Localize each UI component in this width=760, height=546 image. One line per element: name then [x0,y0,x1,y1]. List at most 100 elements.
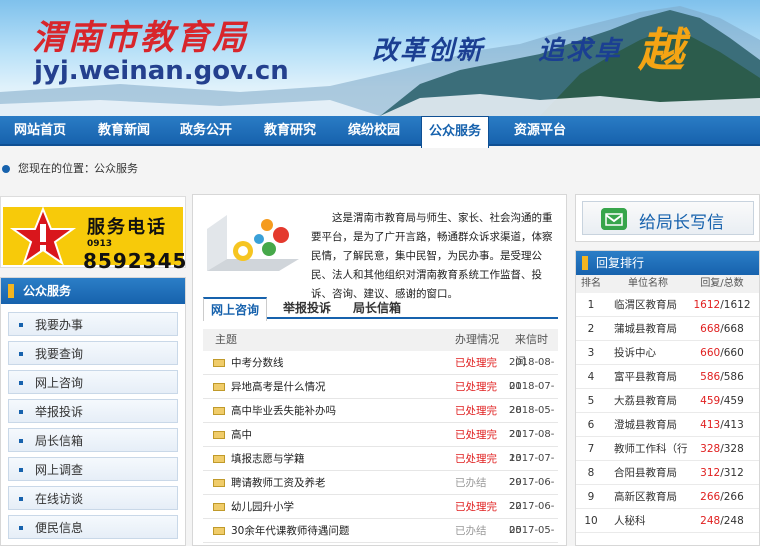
row-subject[interactable]: 异地高考是什么情况 [231,375,326,399]
rank-total: /266 [720,491,744,503]
service-illustration [207,215,299,271]
row-status: 已处理完 [455,501,497,513]
menu-item-label: 局长信箱 [35,434,84,448]
nav-research[interactable]: 教育研究 [256,116,324,146]
write-to-director-box: 给局长写信 [575,194,760,242]
bullet-icon [19,410,23,414]
rank-total: /413 [720,419,744,431]
menu-item-label: 网上咨询 [35,376,84,390]
menu-item-query[interactable]: 我要查询 [8,341,178,365]
row-status: 已办结 [455,477,487,489]
menu-item-label: 网上调查 [35,463,84,477]
rank-total: /459 [720,395,744,407]
rank-number: 3 [587,347,595,359]
public-service-menu: 公众服务 我要办事 我要查询 网上咨询 举报投诉 局长信箱 网上调查 在线访谈 … [0,277,186,546]
site-domain: jyj.weinan.gov.cn [34,56,289,86]
menu-item-director-mailbox[interactable]: 局长信箱 [8,428,178,452]
rank-number: 7 [587,443,595,455]
ranking-row: 1 临渭区教育局 1612/1612 [576,293,759,317]
tab-report[interactable]: 举报投诉 [273,297,341,319]
table-row: 填报志愿与学籍 已处理完 2017-07-29 [203,447,558,488]
slogan-part-2: 追求卓 [538,36,623,66]
envelope-icon [213,527,225,535]
write-letter-label: 给局长写信 [639,213,724,233]
menu-item-label: 举报投诉 [35,405,84,419]
bookmark-icon [8,284,14,298]
row-subject[interactable]: 高中毕业丢失能补办吗 [231,399,336,423]
location-icon [2,165,10,173]
bullet-icon [19,352,23,356]
breadcrumb-prefix: 您现在的位置： [18,162,95,175]
ranking-row: 7 教师工作科（行 328/328 [576,437,759,461]
row-status: 已处理完 [455,381,497,393]
ranking-row: 6 澄城县教育局 413/413 [576,413,759,437]
bullet-icon [19,439,23,443]
tab-bar: 网上咨询 举报投诉 局长信箱 [203,297,558,321]
rank-count: 668/668 [688,317,756,341]
nav-home[interactable]: 网站首页 [6,116,74,146]
breadcrumb-current[interactable]: 公众服务 [94,158,138,180]
rank-total: /668 [720,323,744,335]
envelope-icon [213,503,225,511]
row-status: 已处理完 [455,357,497,369]
row-subject[interactable]: 聘请教师工资及养老 [231,471,326,495]
bookmark-icon [582,256,588,270]
table-row: 幼儿园升小学 已处理完 2017-06-05 [203,495,558,536]
envelope-icon [213,383,225,391]
reply-ranking: 回复排行 排名 单位名称 回复/总数 1 临渭区教育局 1612/1612 2 蒲城县… [575,250,760,546]
rank-replied: 413 [700,419,721,431]
service-hotline: 服务电话 0913 8592345 [0,196,186,273]
table-row: 30余年代课教师待遇问题 已办结 2017-05-26 [203,519,558,543]
row-subject[interactable]: 高中 [231,423,252,447]
tab-online-consult[interactable]: 网上咨询 [203,297,267,321]
write-letter-button[interactable]: 给局长写信 [582,201,754,235]
menu-item-affairs[interactable]: 我要办事 [8,312,178,336]
menu-item-info[interactable]: 便民信息 [8,515,178,539]
table-row: 高中毕业丢失能补办吗 已处理完 2018-05-21 [203,399,558,440]
row-subject[interactable]: 幼儿园升小学 [231,495,294,519]
rank-replied: 312 [700,467,721,479]
row-status: 已办结 [455,525,487,537]
ranking-row: 5 大荔县教育局 459/459 [576,389,759,413]
bullet-icon [19,526,23,530]
menu-item-interview[interactable]: 在线访谈 [8,486,178,510]
bullet-icon [19,497,23,501]
row-subject[interactable]: 中考分数线 [231,351,284,375]
nav-campus[interactable]: 缤纷校园 [340,116,408,146]
nav-gov-affairs[interactable]: 政务公开 [172,116,240,146]
rank-number: 4 [587,371,595,383]
menu-item-survey[interactable]: 网上调查 [8,457,178,481]
row-subject[interactable]: 填报志愿与学籍 [231,447,305,471]
nav-news[interactable]: 教育新闻 [90,116,158,146]
nav-public-service[interactable]: 公众服务 [421,116,489,148]
envelope-icon [213,359,225,367]
rank-replied: 668 [700,323,721,335]
row-date: 2017-05-26 [509,525,555,536]
rank-number: 2 [587,323,595,335]
envelope-icon [213,407,225,415]
ranking-row: 9 高新区教育局 266/266 [576,485,759,509]
row-status: 已处理完 [455,429,497,441]
hotline-title: 服务电话 [87,217,167,238]
ranking-columns: 排名 单位名称 回复/总数 [576,275,759,293]
menu-item-consult[interactable]: 网上咨询 [8,370,178,394]
row-subject[interactable]: 30余年代课教师待遇问题 [231,519,349,543]
ranking-row: 8 合阳县教育局 312/312 [576,461,759,485]
site-banner: 渭南市教育局 jyj.weinan.gov.cn 改革创新 追求卓 越 [0,0,760,116]
col-status: 办理情况 [455,333,499,346]
menu-item-report[interactable]: 举报投诉 [8,399,178,423]
rank-count: 459/459 [688,389,756,413]
ranking-header: 回复排行 [576,251,759,275]
table-header: 主题 办理情况 来信时间 [203,329,558,368]
menu-item-label: 在线访谈 [35,492,84,506]
col-count: 回复/总数 [700,278,744,289]
alert-star-icon [9,207,77,266]
menu-item-label: 我要办事 [35,318,84,332]
tab-director-mailbox[interactable]: 局长信箱 [343,297,411,319]
rank-number: 9 [587,491,595,503]
envelope-icon [213,431,225,439]
ranking-title: 回复排行 [596,256,645,270]
main-nav: 网站首页 教育新闻 政务公开 教育研究 缤纷校园 公众服务 资源平台 [0,116,760,148]
rank-replied: 586 [700,371,721,383]
nav-resources[interactable]: 资源平台 [506,116,574,146]
